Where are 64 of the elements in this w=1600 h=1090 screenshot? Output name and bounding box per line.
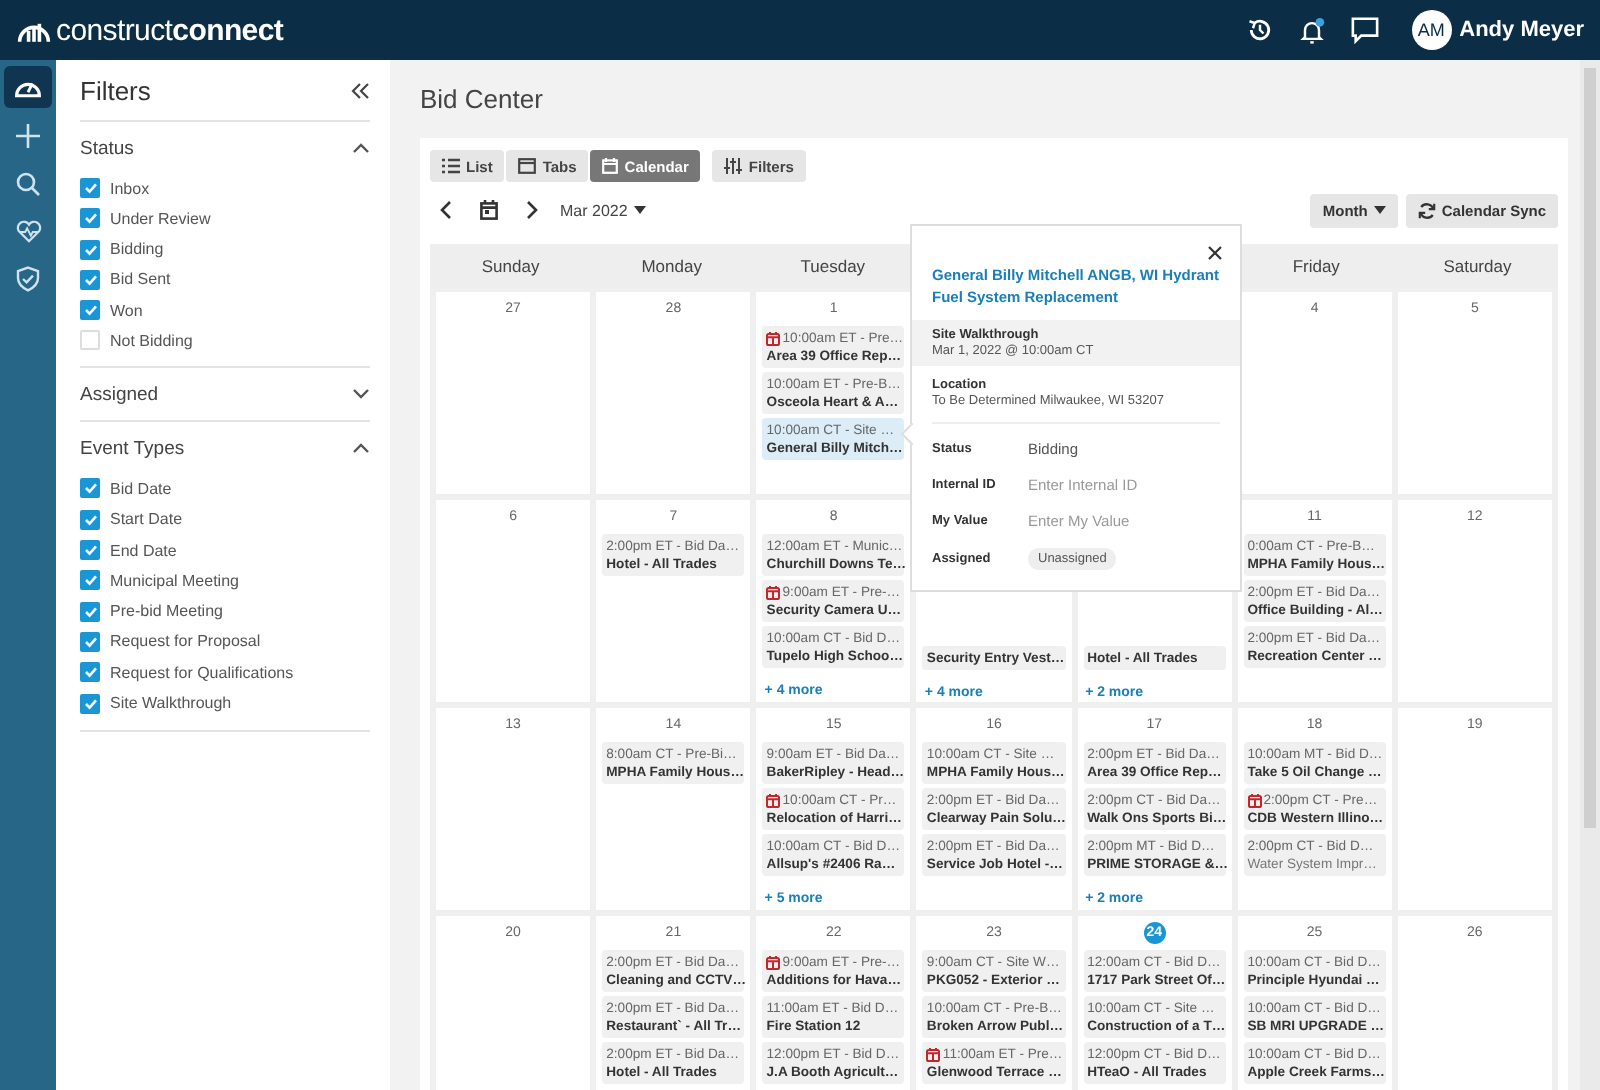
- caret-icon: [1373, 206, 1386, 214]
- history-icon[interactable]: [1245, 16, 1274, 44]
- search-icon: [16, 171, 40, 195]
- filter-option-label: Inbox: [110, 179, 150, 197]
- plus-icon: [16, 123, 40, 147]
- checkbox[interactable]: [80, 269, 100, 290]
- heart-pulse-icon: [15, 219, 41, 243]
- filter-section-header[interactable]: Assigned: [80, 368, 370, 421]
- filter-option-label: Not Bidding: [110, 331, 193, 350]
- checkbox[interactable]: [80, 662, 100, 683]
- filter-option-label: Site Walkthrough: [110, 694, 232, 713]
- filter-option-label: Municipal Meeting: [110, 571, 239, 590]
- filter-option-label: Bid Sent: [110, 270, 171, 289]
- checkbox[interactable]: [80, 178, 100, 198]
- checkbox[interactable]: [80, 239, 100, 260]
- logo-text[interactable]: constructconnect: [56, 13, 284, 47]
- user-name[interactable]: Andy Meyer: [1459, 18, 1584, 42]
- filter-section-header[interactable]: Status: [80, 122, 370, 174]
- checkbox[interactable]: [80, 478, 100, 499]
- filter-option-label: Pre-bid Meeting: [110, 602, 223, 621]
- window-icon: [518, 158, 537, 174]
- filter-option-label: End Date: [110, 541, 177, 560]
- checkbox[interactable]: [80, 631, 100, 652]
- checkbox[interactable]: [80, 509, 100, 530]
- filter-option-label: Under Review: [110, 209, 211, 228]
- weekday-label: Monday: [639, 256, 704, 276]
- filter-option-label: Won: [110, 301, 143, 320]
- chevron-up-icon: [352, 142, 370, 154]
- next-icon[interactable]: [526, 200, 540, 220]
- previous-icon[interactable]: [438, 200, 452, 220]
- refresh-icon: [1417, 201, 1436, 219]
- sliders-icon: [724, 158, 743, 174]
- filter-option-label: Request for Qualifications: [110, 663, 294, 682]
- weekday-label: Saturday: [1441, 256, 1514, 276]
- checkbox[interactable]: [80, 300, 100, 321]
- checkbox[interactable]: [80, 601, 100, 622]
- filter-option-label: Request for Proposal: [110, 632, 261, 651]
- checkbox[interactable]: [80, 540, 100, 561]
- chevron-up-icon: [352, 442, 370, 455]
- filter-option-label: Bidding: [110, 240, 164, 259]
- page-title: Bid Center: [420, 84, 545, 114]
- filter-option-label: Bid Date: [110, 479, 172, 498]
- list-icon: [442, 158, 460, 174]
- checkbox[interactable]: [80, 208, 100, 229]
- month-picker[interactable]: Mar 2022: [560, 201, 646, 219]
- calendar-today-icon[interactable]: [480, 200, 498, 220]
- shield-check-icon: [16, 266, 40, 292]
- collapse-icon[interactable]: [350, 81, 370, 99]
- close-icon[interactable]: [1208, 246, 1222, 260]
- weekday-label: Friday: [1290, 256, 1342, 276]
- calendar-icon: [602, 158, 619, 174]
- filter-section-header[interactable]: Event Types: [80, 422, 370, 475]
- rail-button[interactable]: [4, 66, 52, 108]
- chat-icon[interactable]: [1349, 16, 1380, 44]
- filters-title: Filters: [80, 75, 151, 105]
- avatar[interactable]: AM: [1411, 10, 1452, 50]
- bell-icon[interactable]: [1297, 15, 1326, 45]
- weekday-label: Sunday: [479, 256, 542, 276]
- checkbox[interactable]: [80, 570, 100, 591]
- caret-icon: [633, 206, 646, 214]
- filter-option-label: Start Date: [110, 510, 183, 529]
- checkbox[interactable]: [80, 693, 100, 714]
- chevron-down-icon: [352, 388, 370, 401]
- weekday-label: Tuesday: [798, 256, 868, 276]
